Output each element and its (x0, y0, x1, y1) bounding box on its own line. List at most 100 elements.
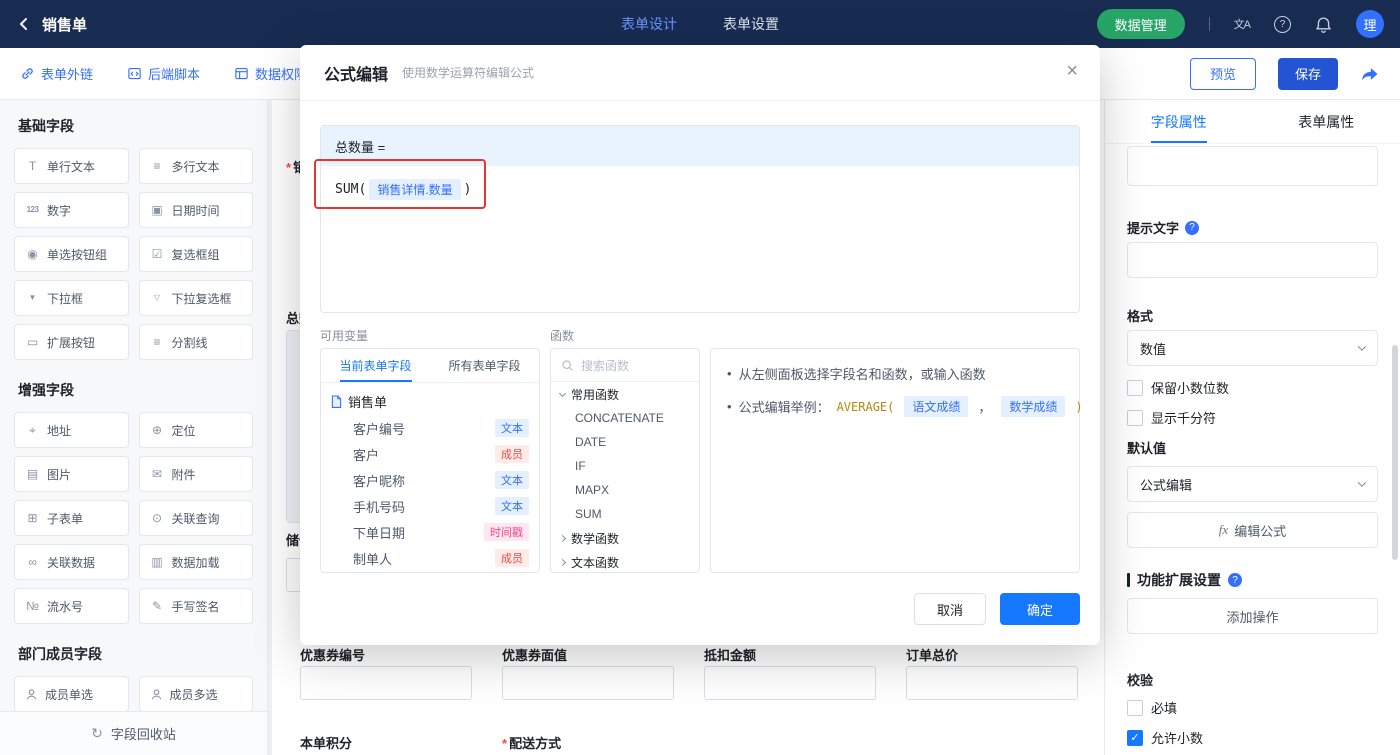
checkbox-box: ✓ (1127, 380, 1143, 396)
add-action-button[interactable]: 添加操作 (1127, 598, 1378, 634)
field-title-input[interactable] (1127, 146, 1378, 186)
tab-current-form-fields[interactable]: 当前表单字段 (321, 349, 430, 382)
save-button[interactable]: 保存 (1278, 58, 1338, 90)
field-item-label: 单行文本 (47, 158, 95, 175)
field-item-label: 附件 (172, 466, 196, 483)
order-total-input[interactable] (906, 666, 1078, 700)
thousand-separator-checkbox[interactable]: ✓ 显示千分符 (1127, 408, 1378, 427)
tab-form-settings[interactable]: 表单设置 (723, 14, 779, 34)
backend-script-button[interactable]: 后端脚本 (127, 64, 200, 83)
variable-item[interactable]: 手机号码文本 (321, 493, 539, 519)
number-icon: 123 (25, 206, 40, 214)
checkbox-icon: ☑ (150, 248, 165, 260)
related-data-icon: ∞ (25, 556, 40, 568)
panel-scrollbar[interactable] (1392, 345, 1398, 560)
data-manage-button[interactable]: 数据管理 (1097, 9, 1185, 39)
coupon-value-label: 优惠券面值 (502, 645, 567, 664)
tab-form-design[interactable]: 表单设计 (621, 14, 677, 34)
variable-item[interactable]: 客户昵称文本 (321, 467, 539, 493)
field-checkbox-group[interactable]: ☑ 复选框组 (139, 236, 254, 272)
function-search-input[interactable]: 搜索函数 (551, 349, 699, 382)
variable-item[interactable]: 客户编号文本 (321, 415, 539, 441)
allow-decimal-checkbox[interactable]: ✓ 允许小数 (1127, 728, 1378, 747)
field-multi-line-text[interactable]: ≡多行文本 (139, 148, 254, 184)
checkbox-box-checked: ✓ (1127, 730, 1143, 746)
edit-formula-button[interactable]: fx 编辑公式 (1127, 512, 1378, 548)
tab-form-properties[interactable]: 表单属性 (1253, 100, 1400, 143)
form-external-link-button[interactable]: 表单外链 (20, 64, 93, 83)
field-recycle-bin[interactable]: ↻ 字段回收站 (0, 711, 267, 755)
share-arrow-icon (1360, 64, 1380, 84)
close-icon[interactable]: × (1066, 61, 1078, 81)
field-item-label: 定位 (172, 422, 196, 439)
modal-subtitle: 使用数学运算符编辑公式 (402, 64, 534, 81)
data-permission-button[interactable]: 数据权限 (234, 64, 307, 83)
function-group-common[interactable]: 常用函数 (551, 382, 699, 406)
field-single-line-text[interactable]: T 单行文本 (14, 148, 129, 184)
hint-text-label: 提示文字 ? (1127, 218, 1378, 237)
fx-icon: fx (1219, 522, 1228, 538)
preview-button[interactable]: 预览 (1190, 58, 1256, 90)
function-item[interactable]: CONCATENATE (551, 406, 699, 430)
hint-text-input[interactable] (1127, 242, 1378, 278)
function-group-text[interactable]: 文本函数 (551, 550, 699, 573)
translate-icon[interactable]: 文A (1234, 16, 1250, 32)
field-image[interactable]: ▤图片 (14, 456, 129, 492)
field-item-label: 复选框组 (172, 246, 220, 263)
field-related-data[interactable]: ∞关联数据 (14, 544, 129, 580)
cancel-button[interactable]: 取消 (914, 593, 986, 625)
modal-header: 公式编辑 使用数学运算符编辑公式 (300, 45, 1100, 101)
formula-expression[interactable]: SUM( 销售详情.数量 ) (321, 166, 1079, 213)
field-divider[interactable]: ≡分割线 (139, 324, 254, 360)
avatar[interactable]: 理 (1356, 10, 1384, 38)
formula-editor[interactable]: 总数量 = SUM( 销售详情.数量 ) (320, 125, 1080, 313)
field-member-multi[interactable]: 成员多选 (139, 676, 254, 712)
function-item[interactable]: IF (551, 454, 699, 478)
required-checkbox[interactable]: ✓ 必填 (1127, 698, 1378, 717)
function-item[interactable]: MAPX (551, 478, 699, 502)
field-radio-group[interactable]: ◉单选按钮组 (14, 236, 129, 272)
help-circle-icon[interactable]: ? (1228, 573, 1242, 587)
help-icon[interactable]: ? (1274, 16, 1291, 33)
field-related-query[interactable]: ⊙关联查询 (139, 500, 254, 536)
format-select[interactable]: 数值 (1127, 330, 1378, 366)
back-button[interactable] (16, 16, 32, 32)
keep-decimal-checkbox[interactable]: ✓ 保留小数位数 (1127, 378, 1378, 397)
formula-edit-modal: 公式编辑 使用数学运算符编辑公式 × 总数量 = SUM( 销售详情.数量 ) … (300, 45, 1100, 645)
variable-item[interactable]: 下单日期时间戳 (321, 519, 539, 545)
variable-item[interactable]: 客户成员 (321, 441, 539, 467)
field-signature[interactable]: ✎手写签名 (139, 588, 254, 624)
function-group-math[interactable]: 数学函数 (551, 526, 699, 550)
field-subform[interactable]: ⊞子表单 (14, 500, 129, 536)
field-attachment[interactable]: ✉附件 (139, 456, 254, 492)
coupon-value-input[interactable] (502, 666, 674, 700)
help-circle-icon[interactable]: ? (1185, 221, 1199, 235)
field-address[interactable]: ⌖地址 (14, 412, 129, 448)
default-value-select[interactable]: 公式编辑 (1127, 466, 1378, 502)
formula-field-token[interactable]: 销售详情.数量 (369, 179, 460, 200)
field-data-load[interactable]: ▥数据加载 (139, 544, 254, 580)
field-member-single[interactable]: 成员单选 (14, 676, 129, 712)
tab-field-properties[interactable]: 字段属性 (1105, 100, 1253, 143)
formula-function-close: ) (464, 182, 472, 197)
field-number[interactable]: 123数字 (14, 192, 129, 228)
notification-bell-icon[interactable] (1315, 16, 1332, 33)
single-line-text-icon: T (25, 160, 40, 172)
function-item[interactable]: SUM (551, 502, 699, 526)
function-item[interactable]: DATE (551, 430, 699, 454)
deduction-input[interactable] (704, 666, 876, 700)
field-extend-button[interactable]: ▭扩展按钮 (14, 324, 129, 360)
variable-item[interactable]: 制单人成员 (321, 545, 539, 571)
tree-root-form[interactable]: 销售单 (321, 387, 539, 415)
field-multi-dropdown[interactable]: ▽下拉复选框 (139, 280, 254, 316)
checkbox-box: ✓ (1127, 700, 1143, 716)
share-button[interactable] (1360, 64, 1380, 84)
field-datetime[interactable]: ▣日期时间 (139, 192, 254, 228)
type-tag: 文本 (495, 419, 529, 437)
confirm-button[interactable]: 确定 (1000, 593, 1080, 625)
coupon-no-input[interactable] (300, 666, 472, 700)
field-location[interactable]: ⊕定位 (139, 412, 254, 448)
field-serial-number[interactable]: №流水号 (14, 588, 129, 624)
field-dropdown[interactable]: ▼下拉框 (14, 280, 129, 316)
tab-all-form-fields[interactable]: 所有表单字段 (430, 349, 539, 382)
